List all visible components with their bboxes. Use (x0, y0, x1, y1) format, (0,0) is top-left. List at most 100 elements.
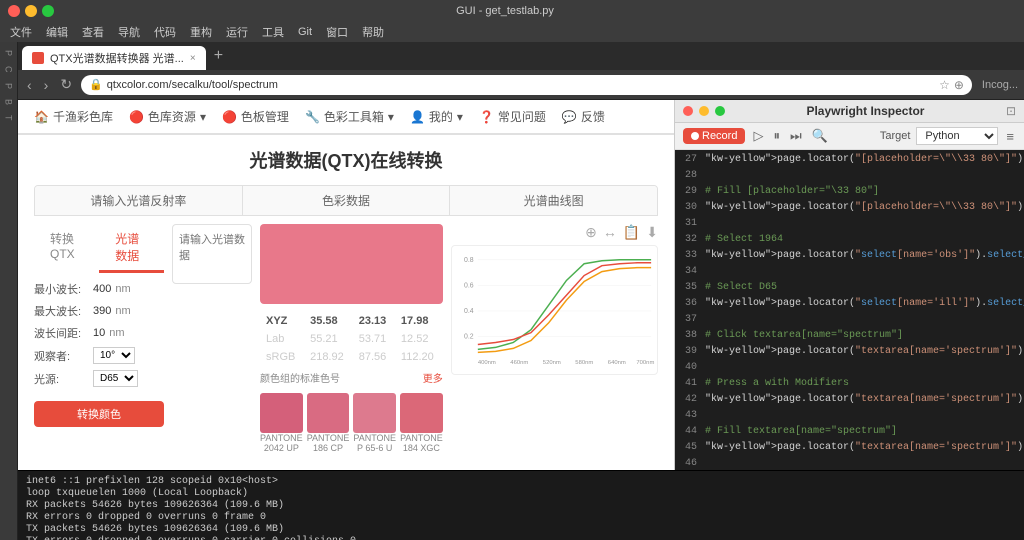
menu-navigate[interactable]: 导航 (112, 24, 146, 40)
nav-user[interactable]: 👤 我的 ▾ (410, 108, 463, 125)
playwright-inspector: Playwright Inspector ⊡ Record ▷ ⏸ ⏭ 🔍 Ta (674, 100, 1024, 470)
close-button[interactable] (8, 5, 20, 17)
convert-button[interactable]: 转换颜色 (34, 401, 164, 427)
nav-feedback[interactable]: 💬 反馈 (562, 108, 605, 125)
control-light-source: 光源: D65 (34, 370, 164, 387)
search-icon[interactable]: 🔍 (810, 128, 830, 144)
url-bar[interactable]: 🔒 qtxcolor.com/secalku/tool/spectrum ☆⊕ (81, 75, 972, 95)
three-panel-headers: 请输入光谱反射率 色彩数据 光谱曲线图 (34, 185, 658, 216)
line-content: # Fill textarea[name="spectrum"] (705, 426, 1024, 442)
inspector-max[interactable] (715, 106, 725, 116)
swatch-1[interactable]: PANTONE 2042 UP (260, 393, 303, 453)
line-number: 36 (675, 298, 705, 314)
line-content: "kw-yellow">page.locator("textarea[name=… (705, 394, 1024, 410)
menu-window[interactable]: 窗口 (320, 24, 354, 40)
xyz-v1: 35.58 (304, 312, 353, 330)
code-line-44: 44# Fill textarea[name="spectrum"] (675, 426, 1024, 442)
nav-tools[interactable]: 🔧 色彩工具箱 ▾ (305, 108, 394, 125)
pause-icon[interactable]: ⏸ (771, 128, 782, 144)
chart-tool-3[interactable]: 📋 (623, 224, 640, 241)
svg-text:0.4: 0.4 (464, 308, 474, 315)
line-content: # Fill [placeholder="\33 80"] (705, 186, 1024, 202)
tab-favicon (32, 52, 44, 64)
refresh-button[interactable]: ↻ (57, 76, 75, 93)
sidebar-t[interactable]: T (4, 111, 14, 125)
nav-home[interactable]: 🏠 千渔彩色库 (34, 108, 113, 125)
nav-library[interactable]: 🔴 色库资源 ▾ (129, 108, 206, 125)
line-number: 41 (675, 378, 705, 394)
light-select[interactable]: D65 (93, 370, 138, 387)
swatch-label-3: PANTONE P 65-6 U (353, 433, 396, 453)
code-line-39: 39"kw-yellow">page.locator("textarea[nam… (675, 346, 1024, 362)
line-number: 45 (675, 442, 705, 458)
sidebar-bookmarks[interactable]: B (4, 95, 14, 109)
tab-convert-qtx[interactable]: 转换QTX (34, 224, 99, 272)
record-button[interactable]: Record (683, 128, 745, 144)
min-wave-value: 400 (93, 283, 111, 295)
nav-faq[interactable]: ❓ 常见问题 (479, 108, 546, 125)
sidebar-pull[interactable]: P (4, 79, 14, 93)
swatch-color-4 (400, 393, 443, 433)
menu-edit[interactable]: 编辑 (40, 24, 74, 40)
menu-code[interactable]: 代码 (148, 24, 182, 40)
inspector-min[interactable] (699, 106, 709, 116)
line-number: 28 (675, 170, 705, 186)
nav-board[interactable]: 🔴 色板管理 (222, 108, 289, 125)
step-icon[interactable]: ⏭ (788, 128, 804, 144)
spectrum-textarea[interactable] (172, 224, 252, 284)
line-number: 34 (675, 266, 705, 282)
menu-icon[interactable]: ≡ (1004, 129, 1016, 144)
menu-file[interactable]: 文件 (4, 24, 38, 40)
line-number: 37 (675, 314, 705, 330)
srgb-v1: 218.92 (304, 348, 353, 366)
chart-tool-2[interactable]: ↔ (603, 224, 617, 241)
code-line-34: 34 (675, 266, 1024, 282)
observer-select[interactable]: 10° (93, 347, 135, 364)
tab-spectrum-data[interactable]: 光谱数据 (99, 224, 164, 272)
line-content (705, 362, 1024, 378)
inspector-toolbar: Record ▷ ⏸ ⏭ 🔍 Target Python JavaScript … (675, 123, 1024, 150)
sidebar-commits[interactable]: C (4, 62, 14, 77)
maximize-button[interactable] (42, 5, 54, 17)
incognito-badge: Incog... (982, 79, 1018, 91)
swatch-2[interactable]: PANTONE 186 CP (307, 393, 350, 453)
main-panels: 转换QTX 光谱数据 最小波长: 400 nm 最大波长: 390 nm (18, 224, 674, 453)
chart-tool-1[interactable]: ⊕ (585, 224, 597, 241)
terminal: inet6 ::1 prefixlen 128 scopeid 0x10<hos… (18, 470, 1024, 540)
svg-text:520nm: 520nm (543, 360, 561, 366)
play-icon[interactable]: ▷ (751, 128, 765, 144)
back-button[interactable]: ‹ (24, 77, 35, 93)
swatch-4[interactable]: PANTONE 184 XGC (400, 393, 443, 453)
code-line-40: 40 (675, 362, 1024, 378)
control-min-wavelength: 最小波长: 400 nm (34, 281, 164, 297)
forward-button[interactable]: › (41, 77, 52, 93)
menu-run[interactable]: 运行 (220, 24, 254, 40)
chart-tool-4[interactable]: ⬇ (646, 224, 658, 241)
code-line-35: 35# Select D65 (675, 282, 1024, 298)
panel-header-1: 请输入光谱反射率 (35, 186, 243, 215)
line-number: 46 (675, 458, 705, 470)
more-link[interactable]: 更多 (423, 370, 443, 385)
line-content: "kw-yellow">page.locator("select[name='i… (705, 298, 1024, 314)
minimize-button[interactable] (25, 5, 37, 17)
browser-tab[interactable]: QTX光谱数据转换器 光谱... × (22, 46, 206, 70)
menu-refactor[interactable]: 重构 (184, 24, 218, 40)
menu-help[interactable]: 帮助 (356, 24, 390, 40)
tab-title: QTX光谱数据转换器 光谱... (50, 50, 184, 66)
address-bar: ‹ › ↻ 🔒 qtxcolor.com/secalku/tool/spectr… (18, 70, 1024, 100)
inspector-close[interactable] (683, 106, 693, 116)
sidebar-project[interactable]: P (4, 46, 14, 60)
menu-git[interactable]: Git (292, 26, 318, 38)
control-max-wavelength: 最大波长: 390 nm (34, 303, 164, 319)
inspector-expand[interactable]: ⊡ (1006, 104, 1016, 118)
menu-tools[interactable]: 工具 (256, 24, 290, 40)
tab-close-button[interactable]: × (190, 53, 196, 64)
menu-view[interactable]: 查看 (76, 24, 110, 40)
new-tab-button[interactable]: + (206, 47, 231, 65)
code-line-27: 27"kw-yellow">page.locator("[placeholder… (675, 154, 1024, 170)
code-line-42: 42"kw-yellow">page.locator("textarea[nam… (675, 394, 1024, 410)
swatch-3[interactable]: PANTONE P 65-6 U (353, 393, 396, 453)
code-line-38: 38# Click textarea[name="spectrum"] (675, 330, 1024, 346)
menu-bar: 文件 编辑 查看 导航 代码 重构 运行 工具 Git 窗口 帮助 (0, 22, 1024, 42)
target-select[interactable]: Python JavaScript (916, 127, 998, 145)
